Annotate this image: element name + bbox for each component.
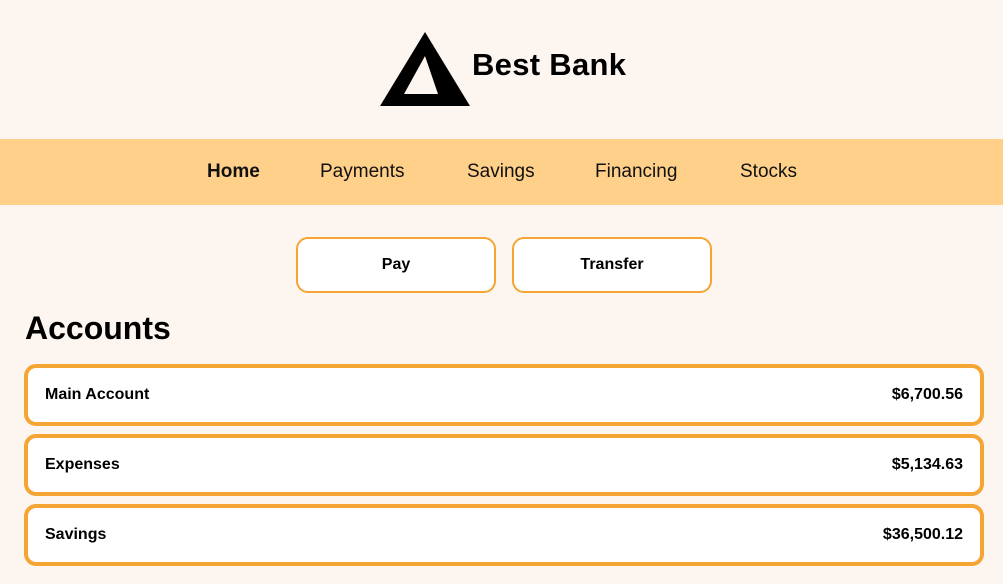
account-name: Savings xyxy=(45,526,107,543)
action-buttons: Pay Transfer xyxy=(296,237,712,293)
nav-item-financing[interactable]: Financing xyxy=(595,139,677,205)
account-card-main[interactable]: Main Account $6,700.56 xyxy=(24,364,984,426)
account-balance: $5,134.63 xyxy=(891,456,963,473)
account-card-expenses[interactable]: Expenses $5,134.63 xyxy=(24,434,984,496)
triangle-logo-icon xyxy=(380,32,470,106)
accounts-title: Accounts xyxy=(25,310,171,346)
account-balance: $6,700.56 xyxy=(891,386,963,403)
nav-item-stocks[interactable]: Stocks xyxy=(740,139,797,205)
transfer-button[interactable]: Transfer xyxy=(512,237,712,293)
nav-item-home[interactable]: Home xyxy=(207,139,260,205)
account-name: Main Account xyxy=(45,386,150,403)
nav-item-payments[interactable]: Payments xyxy=(320,139,404,205)
account-balance: $36,500.12 xyxy=(882,526,963,543)
header: Best Bank xyxy=(0,0,1003,139)
account-card-savings[interactable]: Savings $36,500.12 xyxy=(24,504,984,566)
brand-name: Best Bank xyxy=(472,47,627,82)
logo[interactable]: Best Bank xyxy=(380,32,626,108)
main-nav: Home Payments Savings Financing Stocks xyxy=(0,139,1003,205)
nav-item-savings[interactable]: Savings xyxy=(467,139,535,205)
account-name: Expenses xyxy=(45,456,120,473)
accounts-list: Main Account $6,700.56 Expenses $5,134.6… xyxy=(24,364,984,574)
pay-button[interactable]: Pay xyxy=(296,237,496,293)
